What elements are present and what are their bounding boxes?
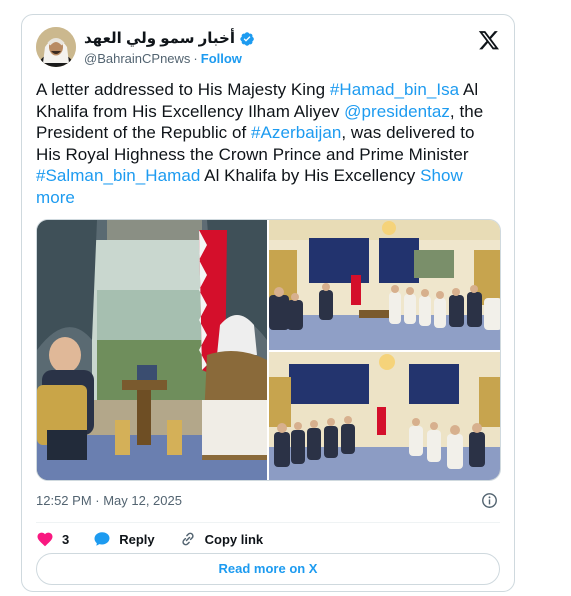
- user-info: أخبار سمو ولي العهد @BahrainCPnews · Fol…: [84, 30, 255, 67]
- tweet-link[interactable]: #Salman_bin_Hamad: [36, 166, 200, 185]
- read-more-button[interactable]: Read more on X: [36, 553, 500, 585]
- tweet-link[interactable]: @presidentaz: [344, 102, 450, 121]
- copy-link-button[interactable]: Copy link: [179, 530, 264, 548]
- reply-bubble-icon: [94, 532, 110, 546]
- verified-badge-icon: [240, 32, 254, 46]
- avatar[interactable]: [36, 27, 76, 67]
- tweet-header: أخبار سمو ولي العهد @BahrainCPnews · Fol…: [36, 27, 500, 71]
- tweet-text: A letter addressed to His Majesty King #…: [36, 79, 504, 208]
- x-logo-icon[interactable]: [478, 29, 500, 51]
- heart-icon: [37, 532, 53, 547]
- link-icon: [182, 532, 194, 546]
- tweet-card: أخبار سمو ولي العهد @BahrainCPnews · Fol…: [21, 14, 515, 592]
- media-right-column: [269, 220, 501, 481]
- display-name-row: أخبار سمو ولي العهد: [84, 30, 255, 48]
- display-name[interactable]: أخبار سمو ولي العهد: [84, 30, 235, 48]
- photo-delegation-top[interactable]: [269, 220, 501, 350]
- photo-delegation-bottom[interactable]: [269, 352, 501, 481]
- follow-button[interactable]: Follow: [201, 51, 242, 67]
- timestamp[interactable]: 12:52 PM · May 12, 2025: [36, 493, 182, 508]
- separator-dot: ·: [193, 51, 198, 66]
- media-grid: [36, 219, 501, 481]
- tweet-link[interactable]: #Hamad_bin_Isa: [330, 80, 459, 99]
- like-button[interactable]: 3: [36, 530, 69, 548]
- handle-row: @BahrainCPnews · Follow: [84, 51, 255, 67]
- reply-button[interactable]: Reply: [93, 530, 155, 548]
- timestamp-row: 12:52 PM · May 12, 2025: [36, 491, 500, 511]
- copy-link-label: Copy link: [204, 531, 264, 547]
- info-icon[interactable]: [481, 492, 498, 509]
- tweet-text-segment: Al Khalifa by His Excellency: [200, 166, 421, 185]
- divider: [36, 522, 500, 523]
- reply-label: Reply: [119, 531, 155, 547]
- tweet-link[interactable]: #Azerbaijan: [251, 123, 341, 142]
- handle[interactable]: @BahrainCPnews: [84, 51, 190, 67]
- tweet-text-segment: A letter addressed to His Majesty King: [36, 80, 330, 99]
- action-bar: 3 Reply Copy link: [36, 527, 287, 551]
- like-count: 3: [62, 531, 70, 547]
- photo-main-meeting[interactable]: [37, 220, 267, 481]
